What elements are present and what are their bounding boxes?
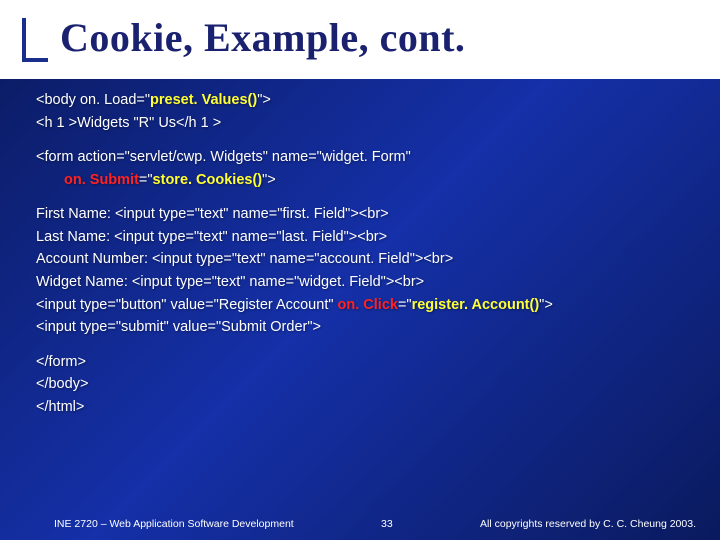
highlight-storecookies: store. Cookies() (153, 172, 263, 188)
corner-accent-icon (22, 18, 48, 62)
code-line: Account Number: <input type="text" name=… (36, 250, 684, 270)
highlight-preset: preset. Values() (150, 92, 257, 108)
highlight-register: register. Account() (412, 297, 540, 313)
code-line: on. Submit="store. Cookies()"> (36, 171, 684, 191)
code-content: <body on. Load="preset. Values()"> <h 1 … (0, 79, 720, 512)
code-line: First Name: <input type="text" name="fir… (36, 205, 684, 225)
code-line: Widget Name: <input type="text" name="wi… (36, 273, 684, 293)
slide-title: Cookie, Example, cont. (60, 14, 690, 61)
highlight-onclick: on. Click (338, 297, 398, 313)
title-bar: Cookie, Example, cont. (0, 0, 720, 79)
code-line: </html> (36, 398, 684, 418)
code-line: Last Name: <input type="text" name="last… (36, 228, 684, 248)
code-line: <h 1 >Widgets "R" Us</h 1 > (36, 114, 684, 134)
highlight-onsubmit: on. Submit (64, 172, 139, 188)
code-line: <form action="servlet/cwp. Widgets" name… (36, 148, 684, 168)
footer: INE 2720 – Web Application Software Deve… (0, 512, 720, 540)
code-line: </form> (36, 353, 684, 373)
code-line: <input type="button" value="Register Acc… (36, 296, 684, 316)
slide: Cookie, Example, cont. <body on. Load="p… (0, 0, 720, 540)
code-line: </body> (36, 375, 684, 395)
footer-left: INE 2720 – Web Application Software Deve… (54, 518, 294, 530)
slide-number: 33 (381, 518, 393, 530)
footer-right: All copyrights reserved by C. C. Cheung … (480, 518, 696, 530)
code-line: <input type="submit" value="Submit Order… (36, 318, 684, 338)
code-line: <body on. Load="preset. Values()"> (36, 91, 684, 111)
